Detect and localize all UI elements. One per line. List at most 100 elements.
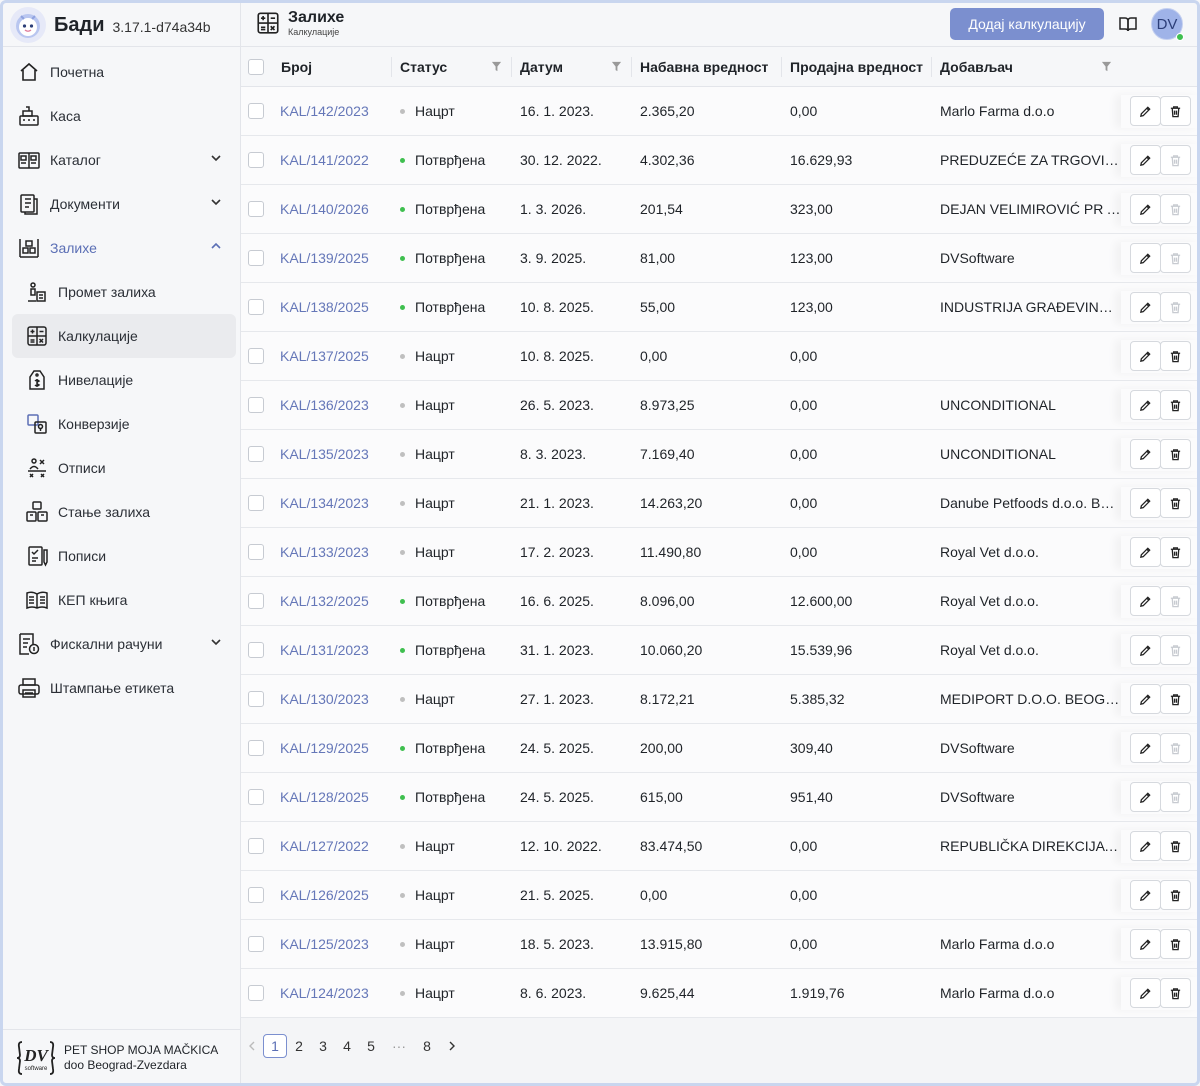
row-checkbox[interactable] xyxy=(248,985,264,1001)
calculation-number-link[interactable]: KAL/140/2026 xyxy=(280,185,388,233)
table-row[interactable]: KAL/134/2023 Нацрт 21. 1. 2023. 14.263,20 0,… xyxy=(241,479,1200,528)
chevron-down-icon[interactable] xyxy=(210,196,222,208)
delete-button[interactable] xyxy=(1160,880,1191,910)
book-open-icon[interactable] xyxy=(1119,15,1137,33)
column-header-purchase-value[interactable]: Набавна вредност xyxy=(632,47,782,87)
row-checkbox[interactable] xyxy=(248,691,264,707)
row-checkbox[interactable] xyxy=(248,299,264,315)
calculation-number-link[interactable]: KAL/139/2025 xyxy=(280,234,388,282)
calculation-number-link[interactable]: KAL/132/2025 xyxy=(280,577,388,625)
sidebar-item-home[interactable]: Почетна xyxy=(12,50,236,94)
sidebar-item-fiscal-receipts[interactable]: Фискални рачуни xyxy=(12,622,236,666)
calculation-number-link[interactable]: KAL/138/2025 xyxy=(280,283,388,331)
pagination-ellipsis[interactable]: ··· xyxy=(383,1034,415,1058)
edit-button[interactable] xyxy=(1130,929,1161,959)
edit-button[interactable] xyxy=(1130,684,1161,714)
calculation-number-link[interactable]: KAL/127/2022 xyxy=(280,822,388,870)
column-header-status[interactable]: Статус xyxy=(392,47,512,87)
sidebar-item-inventory[interactable]: Залихе xyxy=(12,226,236,270)
row-checkbox[interactable] xyxy=(248,397,264,413)
table-row[interactable]: KAL/129/2025 Потврђена 24. 5. 2025. 200,00 3… xyxy=(241,724,1200,773)
column-header-date[interactable]: Датум xyxy=(512,47,632,87)
sidebar-item-stock-movement[interactable]: Промет залиха xyxy=(12,270,236,314)
page-button[interactable]: 1 xyxy=(263,1034,287,1058)
edit-button[interactable] xyxy=(1130,978,1161,1008)
column-header-supplier[interactable]: Добављач xyxy=(932,47,1122,87)
sidebar-item-write-offs[interactable]: Отписи xyxy=(12,446,236,490)
row-checkbox[interactable] xyxy=(248,936,264,952)
sidebar-item-label-printing[interactable]: Штампање етикета xyxy=(12,666,236,710)
row-checkbox[interactable] xyxy=(248,201,264,217)
calculation-number-link[interactable]: KAL/142/2023 xyxy=(280,87,388,135)
edit-button[interactable] xyxy=(1130,782,1161,812)
app-logo-icon[interactable] xyxy=(10,7,46,43)
calculation-number-link[interactable]: KAL/129/2025 xyxy=(280,724,388,772)
row-checkbox[interactable] xyxy=(248,446,264,462)
table-row[interactable]: KAL/138/2025 Потврђена 10. 8. 2025. 55,00 12… xyxy=(241,283,1200,332)
table-row[interactable]: KAL/125/2023 Нацрт 18. 5. 2023. 13.915,80 0,… xyxy=(241,920,1200,969)
sidebar-item-documents[interactable]: Документи xyxy=(12,182,236,226)
edit-button[interactable] xyxy=(1130,145,1161,175)
table-row[interactable]: KAL/135/2023 Нацрт 8. 3. 2023. 7.169,40 0,00… xyxy=(241,430,1200,479)
page-button[interactable]: 2 xyxy=(287,1034,311,1058)
row-checkbox[interactable] xyxy=(248,495,264,511)
edit-button[interactable] xyxy=(1130,194,1161,224)
calculation-number-link[interactable]: KAL/130/2023 xyxy=(280,675,388,723)
calculation-number-link[interactable]: KAL/137/2025 xyxy=(280,332,388,380)
row-checkbox[interactable] xyxy=(248,838,264,854)
next-page-icon[interactable] xyxy=(439,1034,465,1058)
page-button[interactable]: 8 xyxy=(415,1034,439,1058)
table-row[interactable]: KAL/137/2025 Нацрт 10. 8. 2025. 0,00 0,00 xyxy=(241,332,1200,381)
delete-button[interactable] xyxy=(1160,96,1191,126)
chevron-down-icon[interactable] xyxy=(210,152,222,164)
calculation-number-link[interactable]: KAL/141/2022 xyxy=(280,136,388,184)
row-checkbox[interactable] xyxy=(248,789,264,805)
calculation-number-link[interactable]: KAL/124/2023 xyxy=(280,969,388,1017)
column-header-number[interactable]: Број xyxy=(273,47,392,87)
row-checkbox[interactable] xyxy=(248,593,264,609)
sidebar-item-catalog[interactable]: Каталог xyxy=(12,138,236,182)
calculation-number-link[interactable]: KAL/126/2025 xyxy=(280,871,388,919)
table-row[interactable]: KAL/140/2026 Потврђена 1. 3. 2026. 201,54 32… xyxy=(241,185,1200,234)
select-all-checkbox[interactable] xyxy=(248,59,264,75)
row-checkbox[interactable] xyxy=(248,152,264,168)
sidebar-item-levelings[interactable]: Нивелације xyxy=(12,358,236,402)
sidebar-item-calculations[interactable]: Калкулације xyxy=(12,314,236,358)
table-row[interactable]: KAL/139/2025 Потврђена 3. 9. 2025. 81,00 123… xyxy=(241,234,1200,283)
page-button[interactable]: 3 xyxy=(311,1034,335,1058)
column-header-sale-value[interactable]: Продајна вредност xyxy=(782,47,932,87)
delete-button[interactable] xyxy=(1160,537,1191,567)
delete-button[interactable] xyxy=(1160,439,1191,469)
table-row[interactable]: KAL/142/2023 Нацрт 16. 1. 2023. 2.365,20 0,0… xyxy=(241,87,1200,136)
sidebar-item-inventories[interactable]: Пописи xyxy=(12,534,236,578)
page-button[interactable]: 5 xyxy=(359,1034,383,1058)
sidebar-item-stock-status[interactable]: Стање залиха xyxy=(12,490,236,534)
table-row[interactable]: KAL/133/2023 Нацрт 17. 2. 2023. 11.490,80 0,… xyxy=(241,528,1200,577)
table-row[interactable]: KAL/126/2025 Нацрт 21. 5. 2025. 0,00 0,00 xyxy=(241,871,1200,920)
delete-button[interactable] xyxy=(1160,684,1191,714)
chevron-up-icon[interactable] xyxy=(210,240,222,252)
row-checkbox[interactable] xyxy=(248,544,264,560)
edit-button[interactable] xyxy=(1130,586,1161,616)
delete-button[interactable] xyxy=(1160,390,1191,420)
row-checkbox[interactable] xyxy=(248,740,264,756)
edit-button[interactable] xyxy=(1130,733,1161,763)
edit-button[interactable] xyxy=(1130,243,1161,273)
calculation-number-link[interactable]: KAL/135/2023 xyxy=(280,430,388,478)
chevron-down-icon[interactable] xyxy=(210,636,222,648)
calculation-number-link[interactable]: KAL/128/2025 xyxy=(280,773,388,821)
table-row[interactable]: KAL/130/2023 Нацрт 27. 1. 2023. 8.172,21 5.3… xyxy=(241,675,1200,724)
sidebar-item-conversions[interactable]: Конверзије xyxy=(12,402,236,446)
calculation-number-link[interactable]: KAL/134/2023 xyxy=(280,479,388,527)
filter-icon[interactable] xyxy=(611,61,622,72)
prev-page-icon[interactable] xyxy=(241,1034,263,1058)
table-row[interactable]: KAL/132/2025 Потврђена 16. 6. 2025. 8.096,0… xyxy=(241,577,1200,626)
edit-button[interactable] xyxy=(1130,635,1161,665)
table-row[interactable]: KAL/136/2023 Нацрт 26. 5. 2023. 8.973,25 0,0… xyxy=(241,381,1200,430)
delete-button[interactable] xyxy=(1160,978,1191,1008)
edit-button[interactable] xyxy=(1130,292,1161,322)
row-checkbox[interactable] xyxy=(248,103,264,119)
calculation-number-link[interactable]: KAL/125/2023 xyxy=(280,920,388,968)
table-row[interactable]: KAL/141/2022 Потврђена 30. 12. 2022. 4.302,… xyxy=(241,136,1200,185)
table-row[interactable]: KAL/124/2023 Нацрт 8. 6. 2023. 9.625,44 1.91… xyxy=(241,969,1200,1018)
